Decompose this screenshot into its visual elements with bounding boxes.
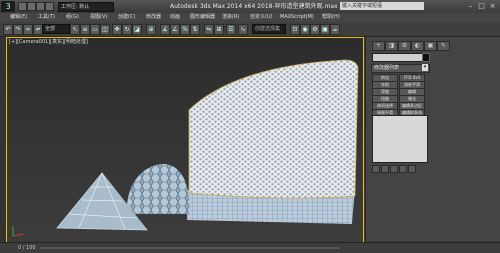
redo-tool-icon[interactable]: ↷: [13, 24, 23, 35]
app-logo-icon[interactable]: 3: [1, 1, 15, 12]
tab-utilities[interactable]: ✎: [437, 41, 450, 51]
frame-counter[interactable]: 0 / 100: [18, 244, 36, 252]
menu-views[interactable]: 视图(V): [90, 13, 107, 22]
move-icon[interactable]: ✥: [112, 24, 122, 35]
select-by-name-icon[interactable]: ≡: [80, 24, 90, 35]
modifier-stack-list[interactable]: [372, 115, 428, 163]
new-icon[interactable]: [18, 2, 27, 11]
window-crossing-icon[interactable]: ◫: [100, 24, 110, 35]
tab-hierarchy[interactable]: ⚙: [398, 41, 411, 51]
tab-motion[interactable]: ◐: [411, 41, 424, 51]
region-icon[interactable]: ▭: [90, 24, 100, 35]
scale-icon[interactable]: ◪: [132, 24, 142, 35]
show-end-result-icon[interactable]: [381, 165, 389, 173]
select-icon[interactable]: ↖: [70, 24, 80, 35]
time-slider[interactable]: [40, 247, 340, 249]
layer-icon[interactable]: ☰: [226, 24, 236, 35]
window-title: Autodesk 3ds Max 2014 x64 2018-异形造型建筑外观.…: [170, 3, 338, 10]
material-editor-icon[interactable]: ◉: [300, 24, 310, 35]
status-bar: 0 / 100: [0, 242, 500, 253]
align-icon[interactable]: ⊞: [214, 24, 224, 35]
pin-stack-icon[interactable]: [372, 165, 380, 173]
menu-graph-editors[interactable]: 图形编辑器: [190, 13, 215, 22]
camera-viewport[interactable]: [+][Camera001][真实][明暗处理]: [6, 37, 364, 243]
spinner-snap-icon[interactable]: ⇅: [190, 24, 200, 35]
configure-sets-icon[interactable]: [408, 165, 416, 173]
object-name-field[interactable]: [372, 53, 424, 62]
menu-edit[interactable]: 编辑(E): [10, 13, 27, 22]
scene-render: [7, 38, 363, 242]
render-setup-icon[interactable]: ⚙: [310, 24, 320, 35]
curve-editor-icon[interactable]: ∿: [238, 24, 248, 35]
percent-snap-icon[interactable]: %: [180, 24, 190, 35]
object-color-swatch[interactable]: [422, 53, 430, 62]
menu-maxscript[interactable]: MAXScript(M): [280, 13, 314, 22]
tab-display[interactable]: ▣: [424, 41, 437, 51]
undo-icon[interactable]: [45, 2, 54, 11]
menu-help[interactable]: 帮助(H): [322, 13, 340, 22]
mirror-icon[interactable]: ⇋: [204, 24, 214, 35]
selection-filter-dropdown[interactable]: 全部: [42, 24, 70, 34]
menu-group[interactable]: 组(G): [66, 13, 79, 22]
menu-animation[interactable]: 动画: [170, 13, 180, 22]
named-selection-dropdown[interactable]: 创建选择集: [252, 24, 286, 34]
remove-modifier-icon[interactable]: [399, 165, 407, 173]
render-icon[interactable]: ☕: [330, 24, 340, 35]
rotate-icon[interactable]: ↻: [122, 24, 132, 35]
pivot-icon[interactable]: ⊕: [146, 24, 156, 35]
link-icon[interactable]: ∞: [23, 24, 33, 35]
snap-icon[interactable]: ∡: [160, 24, 170, 35]
search-input[interactable]: 键入关键字或短语: [340, 2, 424, 10]
make-unique-icon[interactable]: [390, 165, 398, 173]
angle-snap-icon[interactable]: ∠: [170, 24, 180, 35]
maximize-icon[interactable]: □: [477, 1, 486, 11]
command-panel: + ◨ ⚙ ◐ ▣ ✎ 修改器列表 ▾ 挤出 FFD 4x4 车削 涡轮平滑 弯…: [365, 37, 500, 241]
open-icon[interactable]: [27, 2, 36, 11]
menu-tools[interactable]: 工具(T): [38, 13, 55, 22]
tab-modify[interactable]: ◨: [385, 41, 398, 51]
menu-customize[interactable]: 自定义(U): [250, 13, 273, 22]
undo-tool-icon[interactable]: ↶: [3, 24, 13, 35]
menu-rendering[interactable]: 渲染(R): [222, 13, 239, 22]
minimize-icon[interactable]: –: [466, 1, 475, 11]
save-icon[interactable]: [36, 2, 45, 11]
menu-create[interactable]: 创建(C): [118, 13, 135, 22]
tab-create[interactable]: +: [372, 41, 385, 51]
menu-modifiers[interactable]: 修改器: [146, 13, 161, 22]
render-frame-icon[interactable]: ▣: [320, 24, 330, 35]
title-bar: 3 工作区: 默认 Autodesk 3ds Max 2014 x64 2018…: [0, 0, 500, 14]
workspace-dropdown[interactable]: 工作区: 默认: [58, 2, 114, 12]
main-toolbar: ↶ ↷ ∞ ≠ 全部 ↖ ≡ ▭ ◫ ✥ ↻ ◪ ⊕ ∡ ∠ % ⇅ ⇋ ⊞ ☰…: [0, 22, 500, 37]
close-icon[interactable]: ×: [488, 1, 497, 11]
schematic-icon[interactable]: ⊡: [290, 24, 300, 35]
viewport-label[interactable]: [+][Camera001][真实][明暗处理]: [9, 39, 88, 46]
chevron-down-icon[interactable]: ▾: [422, 64, 428, 71]
